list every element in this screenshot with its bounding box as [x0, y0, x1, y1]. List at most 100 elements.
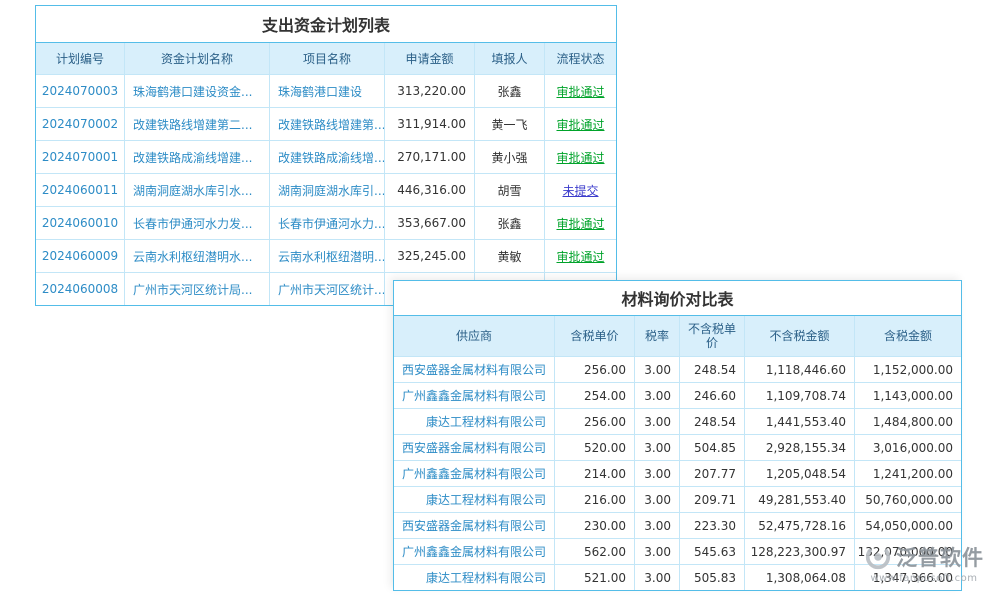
tax-rate-value: 3.00 [634, 461, 679, 486]
supplier-link[interactable]: 广州鑫鑫金属材料有限公司 [394, 539, 554, 564]
amount-inc-value: 1,484,800.00 [854, 409, 961, 434]
fund-plan-name-link[interactable]: 珠海鹤港口建设资金... [124, 75, 269, 107]
unit-price-ex-value: 505.83 [679, 565, 744, 590]
project-name-link[interactable]: 长春市伊通河水力... [269, 207, 384, 239]
fund-plan-name-link[interactable]: 长春市伊通河水力发... [124, 207, 269, 239]
table-row: 西安盛器金属材料有限公司 256.00 3.00 248.54 1,118,44… [394, 356, 961, 382]
col-header-unit-price-inc: 含税单价 [554, 316, 634, 356]
plan-id-link[interactable]: 2024060011 [36, 174, 124, 206]
project-name-link[interactable]: 广州市天河区统计... [269, 273, 384, 305]
table-row: 2024070002 改建铁路线增建第二... 改建铁路线增建第... 311,… [36, 107, 616, 140]
flow-status-link[interactable]: 审批通过 [544, 207, 616, 239]
supplier-link[interactable]: 广州鑫鑫金属材料有限公司 [394, 461, 554, 486]
unit-price-ex-value: 248.54 [679, 357, 744, 382]
fund-plan-name-link[interactable]: 改建铁路线增建第二... [124, 108, 269, 140]
flow-status-link[interactable]: 审批通过 [544, 240, 616, 272]
project-name-link[interactable]: 湖南洞庭湖水库引... [269, 174, 384, 206]
plan-id-link[interactable]: 2024070003 [36, 75, 124, 107]
col-header-amount-inc: 含税金额 [854, 316, 961, 356]
tax-rate-value: 3.00 [634, 565, 679, 590]
project-name-link[interactable]: 改建铁路成渝线增... [269, 141, 384, 173]
supplier-link[interactable]: 康达工程材料有限公司 [394, 409, 554, 434]
unit-price-inc-value: 256.00 [554, 409, 634, 434]
table-row: 康达工程材料有限公司 216.00 3.00 209.71 49,281,553… [394, 486, 961, 512]
col-header-tax-rate: 税率 [634, 316, 679, 356]
filler-name: 黄一飞 [474, 108, 544, 140]
table-row: 2024060009 云南水利枢纽潜明水... 云南水利枢纽潜明... 325,… [36, 239, 616, 272]
table-row: 2024060011 湖南洞庭湖水库引水... 湖南洞庭湖水库引... 446,… [36, 173, 616, 206]
col-header-fund-plan-name: 资金计划名称 [124, 43, 269, 74]
tax-rate-value: 3.00 [634, 435, 679, 460]
amount-ex-value: 1,205,048.54 [744, 461, 854, 486]
supplier-link[interactable]: 广州鑫鑫金属材料有限公司 [394, 383, 554, 408]
filler-name: 黄敏 [474, 240, 544, 272]
filler-name: 胡雪 [474, 174, 544, 206]
apply-amount-value: 270,171.00 [384, 141, 474, 173]
col-header-filler: 填报人 [474, 43, 544, 74]
unit-price-inc-value: 216.00 [554, 487, 634, 512]
plan-id-link[interactable]: 2024070002 [36, 108, 124, 140]
table-row: 2024070001 改建铁路成渝线增建... 改建铁路成渝线增... 270,… [36, 140, 616, 173]
apply-amount-value: 311,914.00 [384, 108, 474, 140]
supplier-link[interactable]: 西安盛器金属材料有限公司 [394, 513, 554, 538]
project-name-link[interactable]: 珠海鹤港口建设 [269, 75, 384, 107]
table-row: 广州鑫鑫金属材料有限公司 562.00 3.00 545.63 128,223,… [394, 538, 961, 564]
plan-id-link[interactable]: 2024060008 [36, 273, 124, 305]
supplier-link[interactable]: 西安盛器金属材料有限公司 [394, 435, 554, 460]
amount-ex-value: 49,281,553.40 [744, 487, 854, 512]
amount-ex-value: 2,928,155.34 [744, 435, 854, 460]
supplier-link[interactable]: 康达工程材料有限公司 [394, 565, 554, 590]
unit-price-inc-value: 562.00 [554, 539, 634, 564]
unit-price-inc-value: 521.00 [554, 565, 634, 590]
flow-status-link[interactable]: 审批通过 [544, 141, 616, 173]
apply-amount-value: 446,316.00 [384, 174, 474, 206]
project-name-link[interactable]: 云南水利枢纽潜明... [269, 240, 384, 272]
amount-inc-value: 1,143,000.00 [854, 383, 961, 408]
amount-inc-value: 1,347,366.00 [854, 565, 961, 590]
fund-plan-name-link[interactable]: 广州市天河区统计局... [124, 273, 269, 305]
col-header-project-name: 项目名称 [269, 43, 384, 74]
flow-status-link[interactable]: 审批通过 [544, 75, 616, 107]
table-row: 西安盛器金属材料有限公司 520.00 3.00 504.85 2,928,15… [394, 434, 961, 460]
unit-price-ex-value: 246.60 [679, 383, 744, 408]
supplier-link[interactable]: 康达工程材料有限公司 [394, 487, 554, 512]
plan-id-link[interactable]: 2024060010 [36, 207, 124, 239]
unit-price-inc-value: 256.00 [554, 357, 634, 382]
tax-rate-value: 3.00 [634, 409, 679, 434]
table-row: 广州鑫鑫金属材料有限公司 254.00 3.00 246.60 1,109,70… [394, 382, 961, 408]
fund-plan-name-link[interactable]: 湖南洞庭湖水库引水... [124, 174, 269, 206]
table-row: 康达工程材料有限公司 521.00 3.00 505.83 1,308,064.… [394, 564, 961, 590]
table1-title: 支出资金计划列表 [36, 6, 616, 43]
plan-id-link[interactable]: 2024070001 [36, 141, 124, 173]
filler-name: 张鑫 [474, 207, 544, 239]
amount-inc-value: 3,016,000.00 [854, 435, 961, 460]
amount-inc-value: 132,070,000.00 [854, 539, 961, 564]
tax-rate-value: 3.00 [634, 383, 679, 408]
unit-price-ex-value: 207.77 [679, 461, 744, 486]
table-row: 广州鑫鑫金属材料有限公司 214.00 3.00 207.77 1,205,04… [394, 460, 961, 486]
table1-header-row: 计划编号 资金计划名称 项目名称 申请金额 填报人 流程状态 [36, 43, 616, 74]
amount-ex-value: 1,441,553.40 [744, 409, 854, 434]
supplier-link[interactable]: 西安盛器金属材料有限公司 [394, 357, 554, 382]
filler-name: 张鑫 [474, 75, 544, 107]
table1-body: 2024070003 珠海鹤港口建设资金... 珠海鹤港口建设 313,220.… [36, 74, 616, 305]
flow-status-link[interactable]: 未提交 [544, 174, 616, 206]
unit-price-ex-value: 504.85 [679, 435, 744, 460]
filler-name: 黄小强 [474, 141, 544, 173]
fund-plan-name-link[interactable]: 改建铁路成渝线增建... [124, 141, 269, 173]
table2-body: 西安盛器金属材料有限公司 256.00 3.00 248.54 1,118,44… [394, 356, 961, 590]
plan-id-link[interactable]: 2024060009 [36, 240, 124, 272]
unit-price-inc-value: 230.00 [554, 513, 634, 538]
material-inquiry-comparison-table: 材料询价对比表 供应商 含税单价 税率 不含税单价 不含税金额 含税金额 西安盛… [393, 280, 962, 591]
project-name-link[interactable]: 改建铁路线增建第... [269, 108, 384, 140]
fund-plan-name-link[interactable]: 云南水利枢纽潜明水... [124, 240, 269, 272]
table-row: 2024070003 珠海鹤港口建设资金... 珠海鹤港口建设 313,220.… [36, 74, 616, 107]
table2-header-row: 供应商 含税单价 税率 不含税单价 不含税金额 含税金额 [394, 316, 961, 356]
flow-status-link[interactable]: 审批通过 [544, 108, 616, 140]
tax-rate-value: 3.00 [634, 357, 679, 382]
tax-rate-value: 3.00 [634, 539, 679, 564]
table-row: 2024060010 长春市伊通河水力发... 长春市伊通河水力... 353,… [36, 206, 616, 239]
unit-price-ex-value: 223.30 [679, 513, 744, 538]
col-header-supplier: 供应商 [394, 316, 554, 356]
unit-price-ex-value: 248.54 [679, 409, 744, 434]
